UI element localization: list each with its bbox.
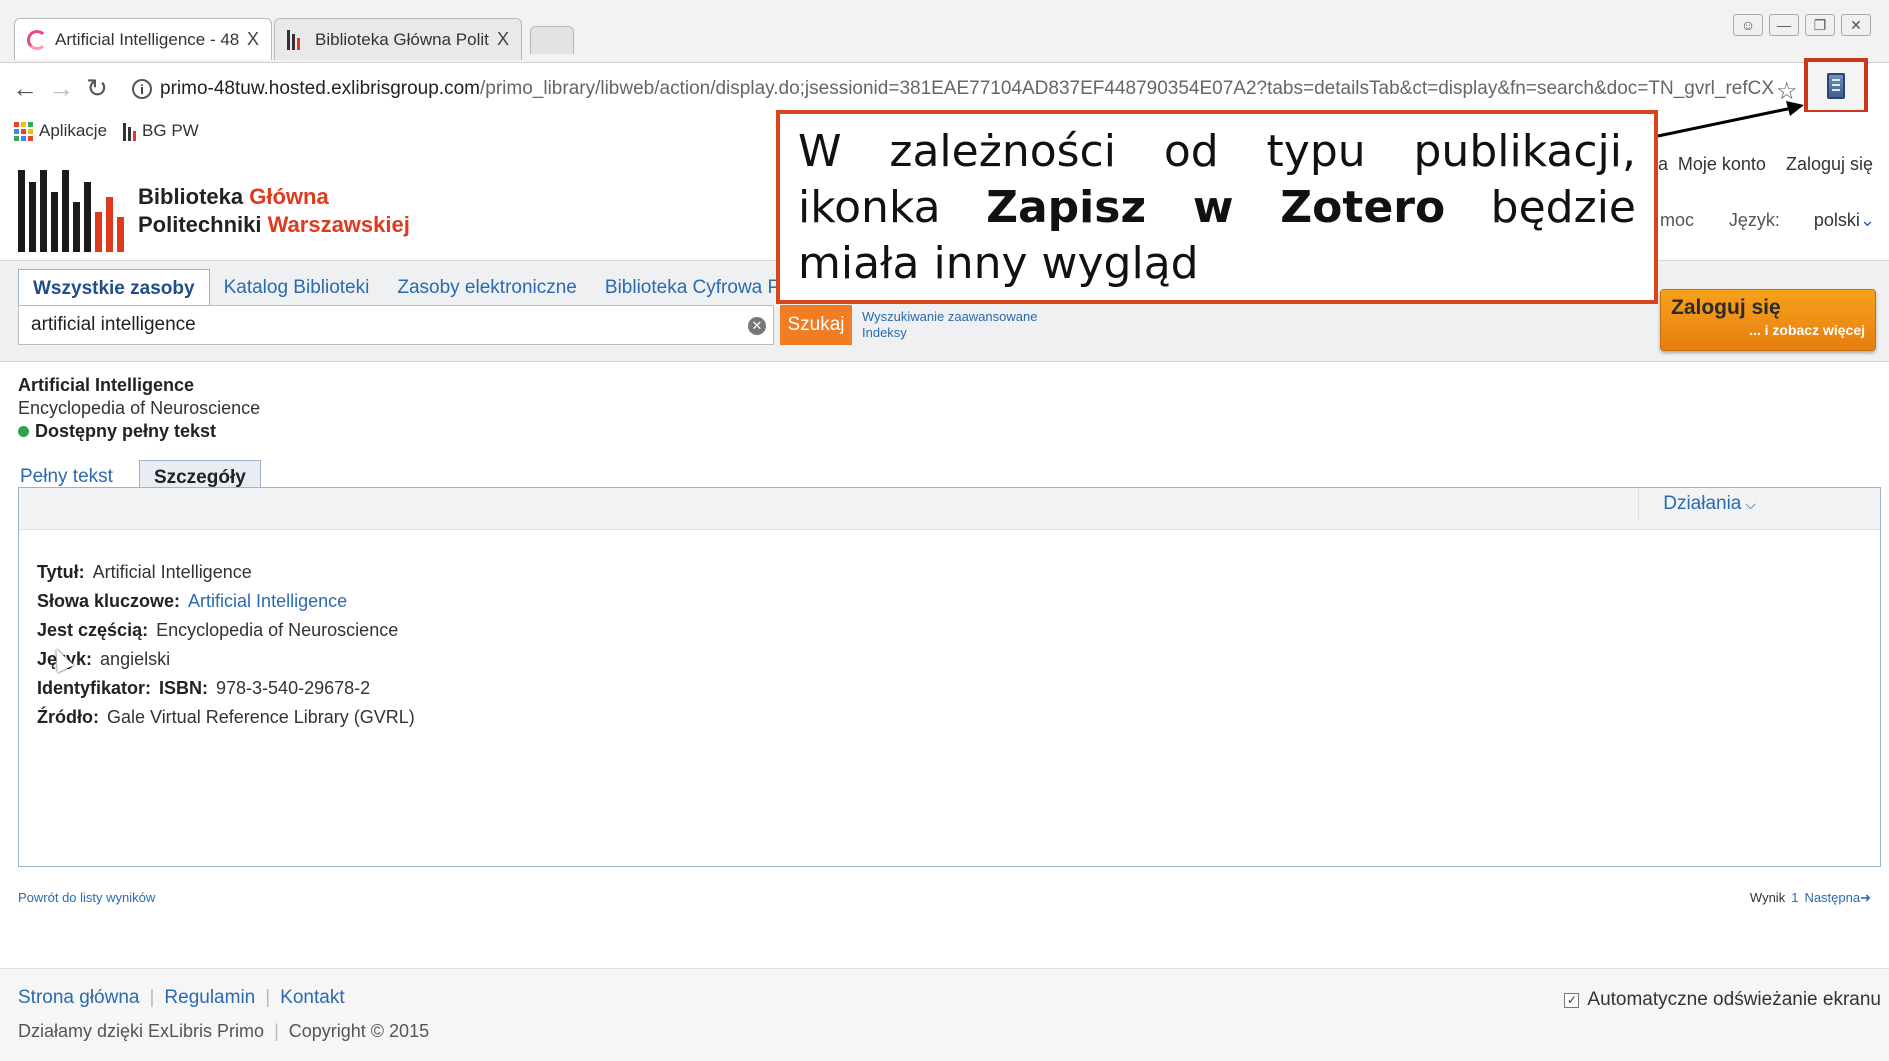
url-host: primo-48tuw.hosted.exlibrisgroup.com [160,78,480,99]
loading-spinner-icon [27,29,47,50]
actions-dropdown[interactable]: Działania ⌵ [1638,488,1756,520]
auto-refresh-toggle[interactable]: ✓ Automatyczne odświeżanie ekranu [1564,989,1881,1011]
clear-search-icon[interactable]: ✕ [748,317,766,335]
language-label: Język: [1728,210,1780,230]
login-promo-button[interactable]: Zaloguj się ... i zobacz więcej [1660,289,1876,351]
scope-electronic-resources[interactable]: Zasoby elektroniczne [383,269,591,308]
chevron-down-icon: ⌵ [1745,495,1756,512]
indexes-link[interactable]: Indeksy [862,325,1037,341]
advanced-links: Wyszukiwanie zaawansowane Indeksy [862,309,1037,341]
top-link-partial[interactable]: a [1658,154,1668,175]
footer-contact-link[interactable]: Kontakt [280,987,344,1009]
record-title: Artificial Intelligence [18,375,195,395]
login-promo-subtitle: ... i zobacz więcej [1749,322,1865,338]
bookmark-apps[interactable]: Aplikacje [14,121,107,141]
result-paging: Wynik 1 Następna➜ [1750,890,1871,906]
close-window-icon[interactable]: ✕ [1841,14,1871,36]
record-fields: Tytuł: Artificial Intelligence Słowa kluc… [37,558,415,732]
zotero-book-icon [1827,73,1845,99]
new-tab-button[interactable] [530,26,574,54]
scope-all-resources[interactable]: Wszystkie zasoby [18,269,210,308]
footer-copyright: Działamy dzięki ExLibris Primo | Copyrigh… [18,1021,430,1041]
back-arrow-icon[interactable]: ← [10,73,40,103]
library-logo[interactable]: Biblioteka Główna Politechniki Warszawsk… [18,170,410,252]
search-scope-tabs: Wszystkie zasoby Katalog Biblioteki Zaso… [18,269,812,308]
footer-links: Strona główna | Regulamin | Kontakt [18,987,345,1009]
scope-library-catalog[interactable]: Katalog Biblioteki [210,269,384,308]
record-source: Encyclopedia of Neuroscience [18,398,261,418]
tab-title: Artificial Intelligence - 48 [55,29,239,49]
footer-home-link[interactable]: Strona główna [18,987,139,1009]
field-identifier: Identyfikator: ISBN: 978-3-540-29678-2 [37,678,371,698]
user-profile-icon[interactable]: ☺ [1733,14,1763,36]
copyright-text: Copyright © 2015 [288,1021,430,1041]
back-to-results-link[interactable]: Powrót do listy wyników [18,890,155,905]
availability-status[interactable]: Dostępny pełny tekst [18,420,260,443]
browser-toolbar: ← → ↻ i primo-48tuw.hosted.exlibrisgroup… [0,62,1889,155]
panel-toolbar: Działania ⌵ [19,488,1880,530]
field-title: Tytuł: Artificial Intelligence [37,562,252,582]
zotero-save-button[interactable] [1804,58,1868,114]
search-button[interactable]: Szukaj [780,305,852,345]
callout-arrow-icon [1657,101,1804,138]
login-promo-title: Zaloguj się [1671,296,1781,319]
library-logo-icon [18,170,124,252]
minimize-icon[interactable]: — [1769,14,1799,36]
bookmark-label: Aplikacje [39,121,108,140]
close-tab-icon[interactable]: X [497,29,509,50]
record-header: Artificial Intelligence Encyclopedia of … [18,374,260,443]
field-source: Źródło: Gale Virtual Reference Library (G… [37,707,415,727]
arrow-right-icon: ➜ [1860,890,1871,905]
help-link[interactable]: moc [1660,210,1694,231]
chevron-down-icon: ⌄ [1859,210,1875,230]
auto-refresh-label: Automatyczne odświeżanie ekranu [1587,989,1881,1010]
search-input[interactable]: artificial intelligence [18,305,774,345]
library-name: Biblioteka Główna Politechniki Warszawsk… [138,184,410,237]
keyword-link[interactable]: Artificial Intelligence [188,591,347,611]
reload-icon[interactable]: ↻ [82,73,112,103]
bgpw-favicon-icon [287,29,307,50]
annotation-callout: W zależności od typu publikacji, ikonka … [776,110,1658,304]
result-label: Wynik [1749,890,1786,905]
login-link[interactable]: Zaloguj się [1786,154,1873,175]
footer-terms-link[interactable]: Regulamin [164,987,255,1009]
site-info-icon[interactable]: i [132,79,152,99]
forward-arrow-icon[interactable]: → [46,73,76,103]
field-is-part-of: Jest częścią: Encyclopedia of Neuroscienc… [37,620,399,640]
language-selector[interactable]: Język: polski⌄ [1729,210,1875,231]
advanced-search-link[interactable]: Wyszukiwanie zaawansowane [862,309,1037,325]
bookmark-label: BG PW [142,121,199,140]
top-links: Moje konto Zaloguj się [1678,154,1873,175]
url-path: /primo_library/libweb/action/display.do;… [480,78,1775,99]
my-account-link[interactable]: Moje konto [1678,154,1766,175]
browser-tab-active[interactable]: Artificial Intelligence - 48 X [14,18,272,60]
bgpw-favicon-icon [123,121,137,141]
available-dot-icon [18,426,29,437]
page-footer: Strona główna | Regulamin | Kontakt Działa… [0,968,1889,1061]
tab-strip: Artificial Intelligence - 48 X Bibliotek… [0,0,1889,62]
field-language: Język: angielski [37,649,171,669]
result-number: 1 [1791,890,1799,905]
browser-tab[interactable]: Biblioteka Główna Polite X [274,18,522,60]
apps-grid-icon [14,121,33,141]
window-controls: ☺ — ❐ ✕ [1733,14,1871,36]
address-bar[interactable]: i primo-48tuw.hosted.exlibrisgroup.com/p… [122,71,1775,107]
tab-title: Biblioteka Główna Polite [315,29,489,49]
language-value[interactable]: polski⌄ [1814,210,1875,231]
bookmark-bgpw[interactable]: BG PW [123,121,199,141]
next-result-link[interactable]: Następna➜ [1804,890,1871,906]
checkbox-checked-icon[interactable]: ✓ [1564,992,1580,1008]
restore-icon[interactable]: ❐ [1805,14,1835,36]
powered-by: Działamy dzięki ExLibris Primo [18,1021,265,1041]
details-panel: Działania ⌵ Tytuł: Artificial Intelligence… [18,487,1881,867]
field-keywords: Słowa kluczowe: Artificial Intelligence [37,591,348,611]
close-tab-icon[interactable]: X [247,29,259,50]
